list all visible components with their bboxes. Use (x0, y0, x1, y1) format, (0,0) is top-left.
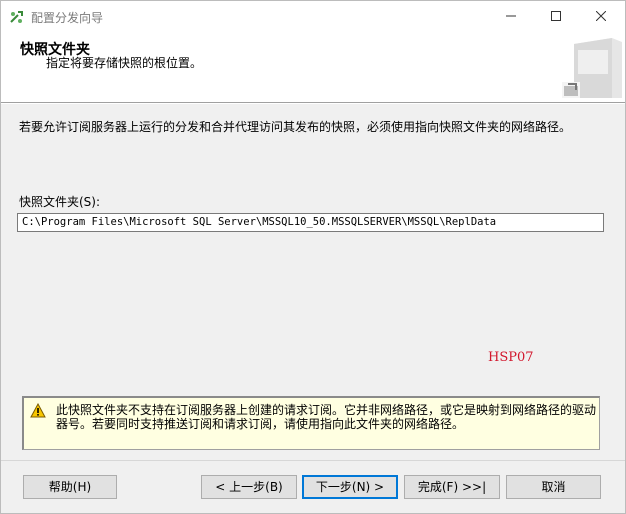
wizard-icon (9, 9, 25, 25)
cancel-button[interactable]: 取消 (506, 475, 601, 499)
finish-button[interactable]: 完成(F) >>| (404, 475, 500, 499)
help-button[interactable]: 帮助(H) (23, 475, 117, 499)
header-divider-highlight (0, 103, 626, 104)
window-title: 配置分发向导 (31, 11, 104, 25)
maximize-button[interactable] (533, 0, 579, 32)
snapshot-folder-label: 快照文件夹(S): (19, 195, 101, 209)
description-text: 若要允许订阅服务器上运行的分发和合并代理访问其发布的快照，必须使用指向快照文件夹… (19, 120, 572, 134)
close-icon (596, 11, 606, 21)
stamp-text: HSP07 (488, 350, 534, 365)
warning-icon (30, 403, 46, 418)
maximize-icon (551, 11, 561, 21)
page-subtitle: 指定将要存储快照的根位置。 (46, 56, 203, 70)
footer-divider (0, 460, 626, 461)
minimize-button[interactable] (488, 0, 534, 32)
wizard-header: 快照文件夹 指定将要存储快照的根位置。 (0, 32, 626, 102)
next-button[interactable]: 下一步(N) > (302, 475, 398, 499)
close-button[interactable] (578, 0, 624, 32)
back-button[interactable]: < 上一步(B) (201, 475, 297, 499)
warning-text: 此快照文件夹不支持在订阅服务器上创建的请求订阅。它并非网络路径，或它是映射到网络… (56, 403, 597, 431)
warning-panel: 此快照文件夹不支持在订阅服务器上创建的请求订阅。它并非网络路径，或它是映射到网络… (22, 396, 600, 450)
server-graphic-icon (560, 36, 624, 100)
title-bar: 配置分发向导 (0, 0, 626, 32)
snapshot-folder-input[interactable]: C:\Program Files\Microsoft SQL Server\MS… (17, 213, 604, 232)
minimize-icon (506, 15, 516, 17)
